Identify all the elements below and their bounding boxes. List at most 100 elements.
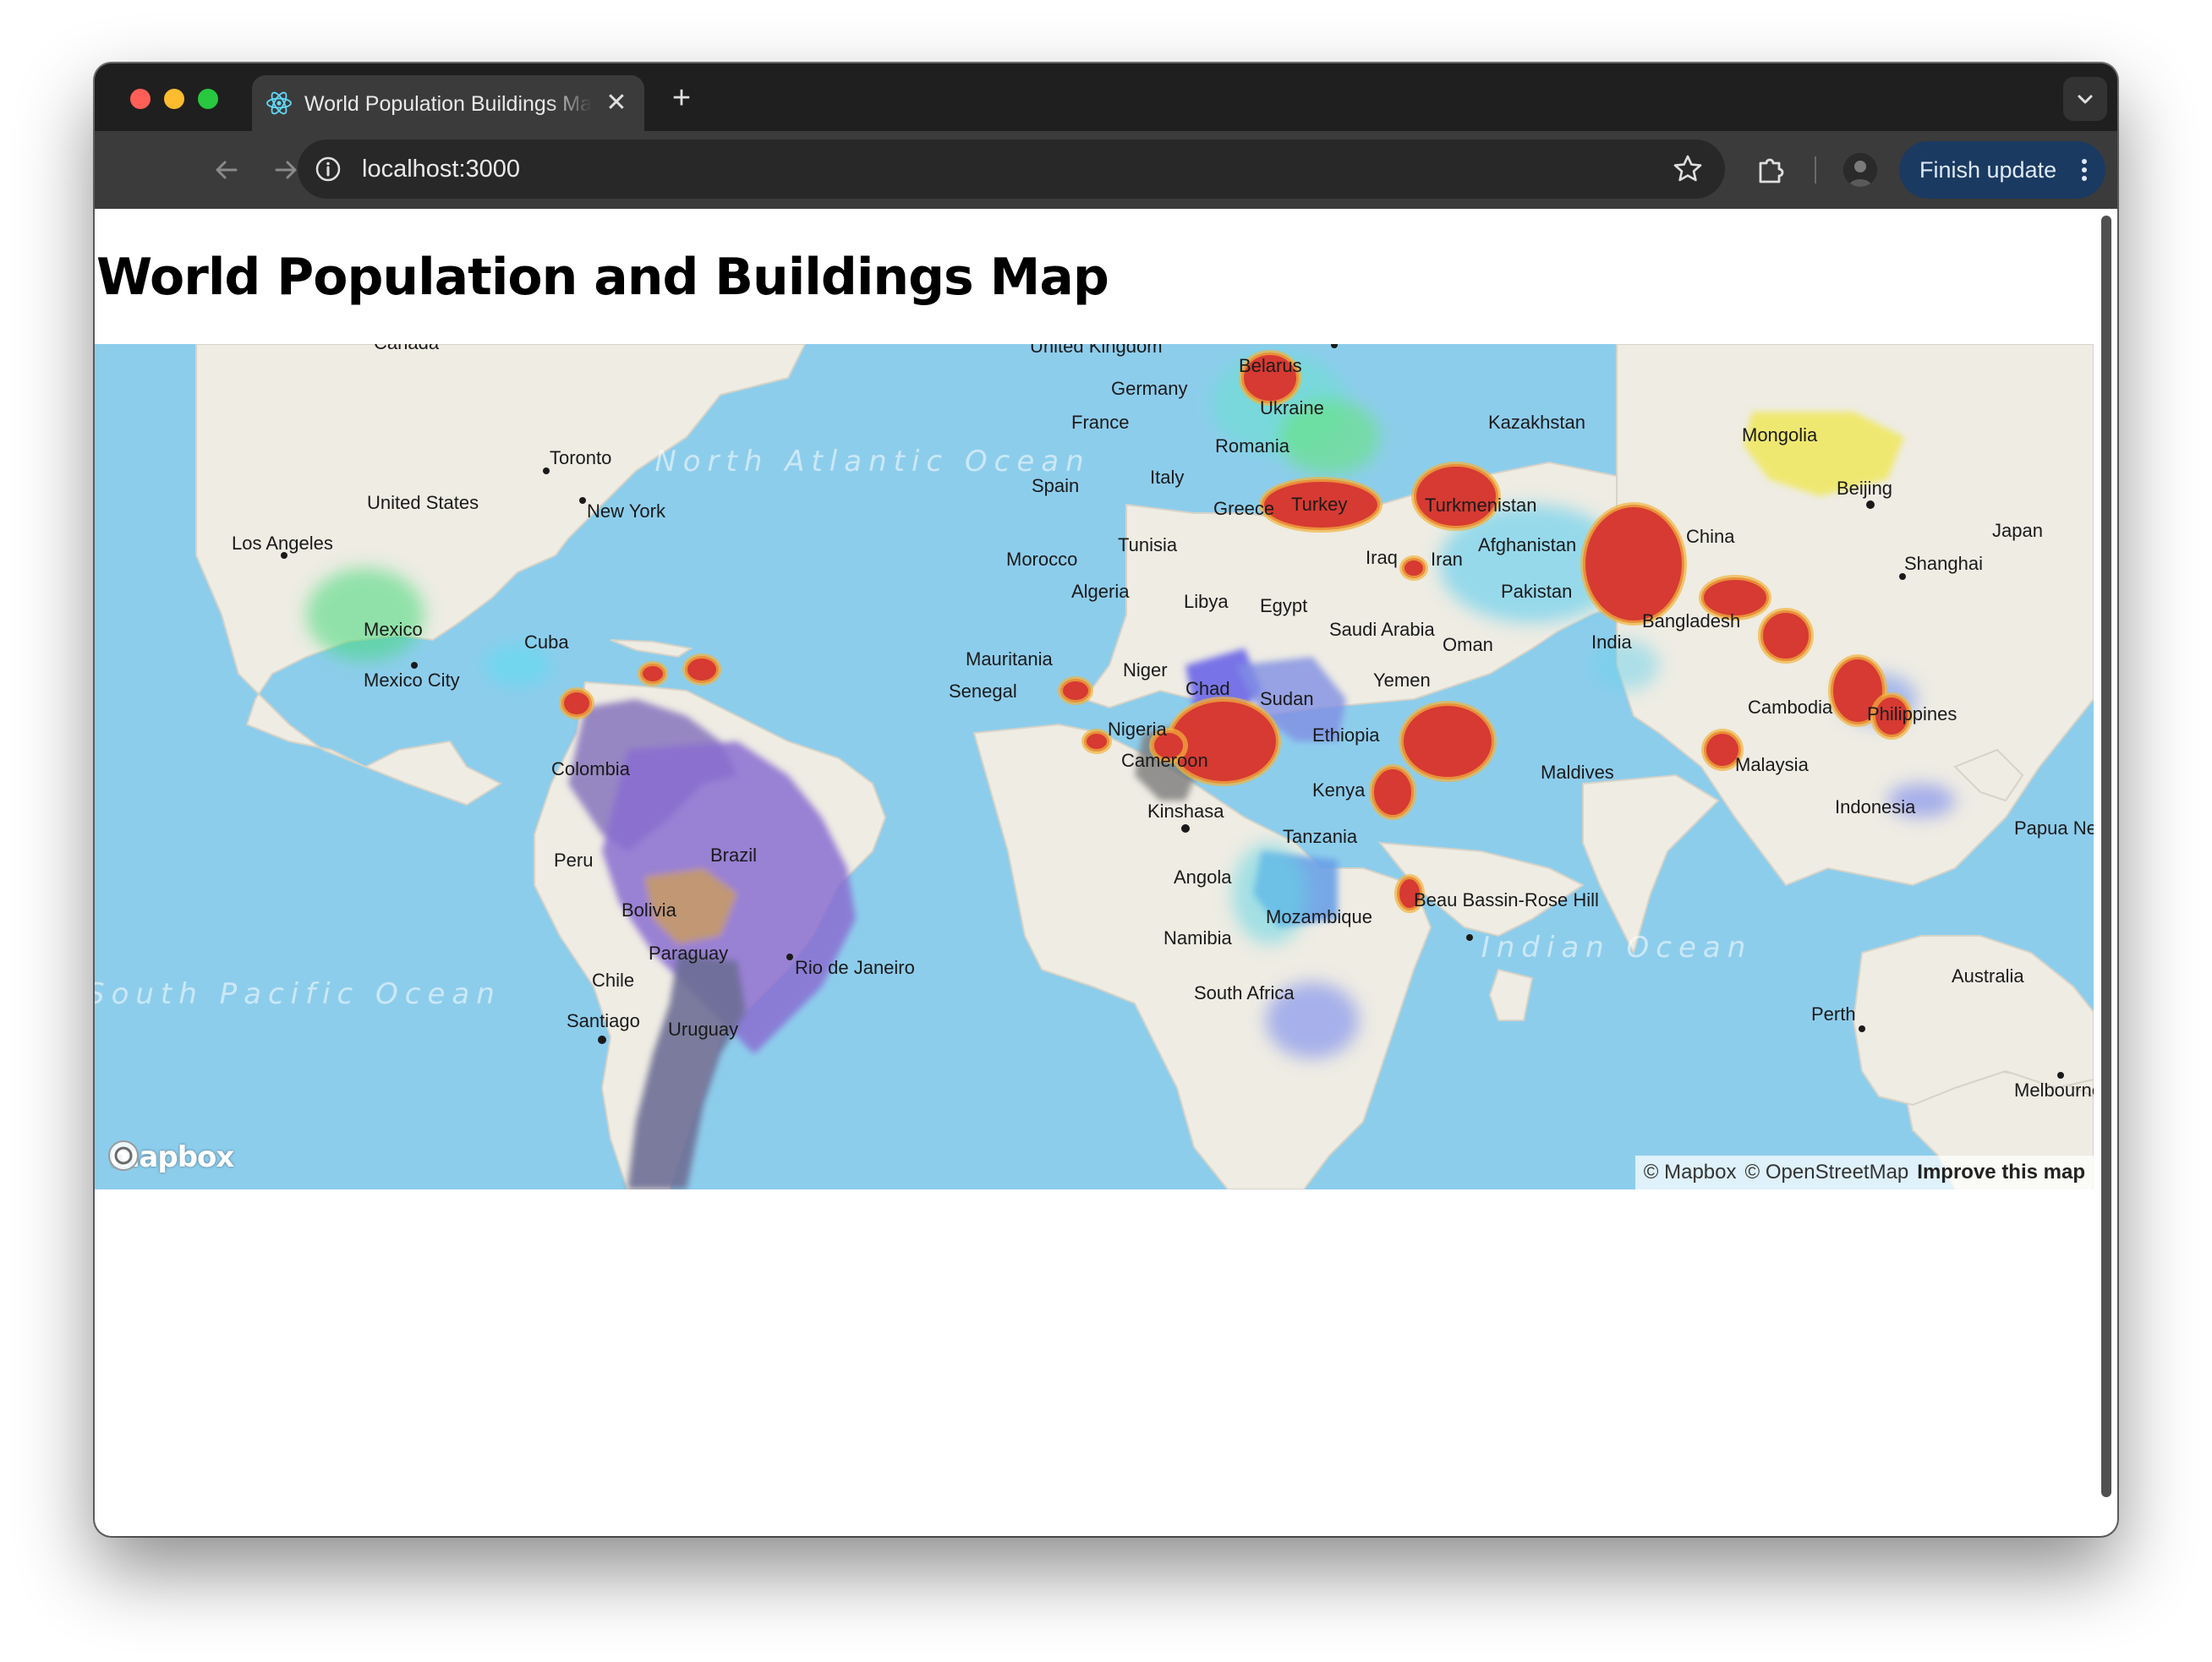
label-turkey: Turkey: [1291, 494, 1347, 515]
browser-window: World Population Buildings Map ✕ + local…: [95, 63, 2117, 1536]
label-cameroon: Cameroon: [1121, 750, 1208, 771]
page-scrollbar[interactable]: [2094, 209, 2117, 1536]
label-france: France: [1071, 412, 1129, 433]
new-tab-button[interactable]: +: [663, 80, 700, 118]
label-kinshasa: Kinshasa: [1147, 801, 1224, 822]
label-chad: Chad: [1185, 678, 1230, 699]
label-papua-new-guinea: Papua New Guinea: [2014, 817, 2094, 839]
label-nigeria: Nigeria: [1108, 719, 1167, 740]
label-romania: Romania: [1215, 435, 1290, 457]
label-iran: Iran: [1431, 549, 1463, 570]
back-arrow-icon[interactable]: [208, 151, 245, 189]
tab-search-button[interactable]: [2063, 77, 2107, 121]
chevron-down-icon: [2078, 95, 2093, 104]
tab-close-icon[interactable]: ✕: [602, 89, 631, 118]
label-united-kingdom: United Kingdom: [1030, 344, 1163, 357]
label-melbourne: Melbourne: [2014, 1080, 2094, 1101]
label-iraq: Iraq: [1366, 547, 1398, 568]
label-belarus: Belarus: [1239, 355, 1302, 376]
label-ukraine: Ukraine: [1260, 397, 1324, 418]
site-info-icon[interactable]: [313, 154, 343, 184]
label-afghanistan: Afghanistan: [1478, 534, 1576, 555]
active-tab[interactable]: World Population Buildings Map ✕: [252, 75, 644, 131]
label-beijing: Beijing: [1837, 478, 1892, 499]
label-perth: Perth: [1811, 1003, 1856, 1025]
profile-photo-icon: [1843, 153, 1877, 187]
finish-update-button[interactable]: Finish update: [1899, 141, 2105, 199]
label-namibia: Namibia: [1163, 927, 1232, 949]
label-santiago: Santiago: [567, 1010, 640, 1031]
label-mexico-city: Mexico City: [364, 670, 460, 691]
react-icon: [266, 91, 292, 115]
url-text[interactable]: localhost:3000: [362, 155, 520, 183]
label-angola: Angola: [1174, 867, 1232, 888]
label-tanzania: Tanzania: [1283, 826, 1358, 847]
label-saudi-arabia: Saudi Arabia: [1329, 619, 1436, 640]
map-attribution: © Mapbox © OpenStreetMap Improve this ma…: [1634, 1156, 2094, 1189]
label-pakistan: Pakistan: [1501, 581, 1572, 602]
label-canada: Canada: [374, 344, 440, 353]
indian-ocean-label: Indian Ocean: [1481, 931, 1753, 965]
map-canvas[interactable]: North Atlantic Ocean Indian Ocean South …: [95, 344, 2094, 1189]
label-shanghai: Shanghai: [1904, 553, 1983, 574]
maximize-window-button[interactable]: [198, 89, 218, 109]
browser-toolbar: localhost:3000 Finish update: [95, 131, 2117, 209]
finish-update-label: Finish update: [1919, 157, 2057, 183]
label-mozambique: Mozambique: [1266, 906, 1372, 927]
label-rio-de-janeiro: Rio de Janeiro: [795, 957, 915, 978]
label-yemen: Yemen: [1373, 670, 1431, 691]
label-senegal: Senegal: [949, 681, 1017, 702]
label-mongolia: Mongolia: [1742, 424, 1818, 446]
label-bangladesh: Bangladesh: [1642, 610, 1740, 631]
label-bolivia: Bolivia: [621, 899, 677, 921]
scrollbar-thumb[interactable]: [2101, 216, 2111, 1497]
label-paraguay: Paraguay: [649, 943, 728, 964]
toolbar-divider: [1815, 156, 1816, 183]
mapbox-logo-icon: [108, 1140, 139, 1171]
profile-avatar[interactable]: [1843, 153, 1877, 187]
label-peru: Peru: [554, 850, 593, 871]
address-bar[interactable]: localhost:3000: [298, 139, 1725, 199]
world-map[interactable]: North Atlantic Ocean Indian Ocean South …: [95, 344, 2094, 1189]
label-algeria: Algeria: [1071, 581, 1130, 602]
improve-map-link[interactable]: Improve this map: [1917, 1156, 2085, 1189]
label-cuba: Cuba: [524, 631, 569, 653]
label-spain: Spain: [1032, 475, 1079, 496]
osm-attribution-link[interactable]: © OpenStreetMap: [1745, 1156, 1909, 1189]
label-greece: Greece: [1213, 498, 1274, 519]
bookmark-star-icon[interactable]: [1671, 152, 1705, 186]
label-morocco: Morocco: [1006, 549, 1077, 570]
label-oman: Oman: [1443, 634, 1493, 655]
label-italy: Italy: [1150, 467, 1184, 488]
label-cambodia: Cambodia: [1748, 697, 1833, 718]
page-content: World Population and Buildings Map North…: [95, 209, 2094, 1536]
label-south-africa: South Africa: [1194, 982, 1295, 1003]
close-window-button[interactable]: [130, 89, 151, 109]
extensions-puzzle-icon[interactable]: [1752, 151, 1789, 189]
tab-title: World Population Buildings Map: [304, 92, 592, 116]
label-ethiopia: Ethiopia: [1312, 724, 1380, 746]
label-brazil: Brazil: [710, 845, 757, 866]
label-kenya: Kenya: [1312, 779, 1366, 801]
label-beau-bassin: Beau Bassin-Rose Hill: [1414, 889, 1599, 910]
label-chile: Chile: [592, 970, 634, 991]
label-indonesia: Indonesia: [1835, 796, 1916, 817]
north-atlantic-ocean-label: North Atlantic Ocean: [654, 445, 1090, 478]
mapbox-logo[interactable]: mapbox: [107, 1139, 234, 1176]
mapbox-attribution-link[interactable]: © Mapbox: [1644, 1156, 1737, 1189]
label-united-states: United States: [367, 492, 479, 513]
label-egypt: Egypt: [1260, 595, 1307, 616]
label-toronto: Toronto: [550, 447, 611, 468]
label-mexico: Mexico: [364, 619, 423, 640]
label-japan: Japan: [1992, 520, 2043, 541]
label-uruguay: Uruguay: [668, 1019, 738, 1040]
label-australia: Australia: [1952, 965, 2024, 987]
label-philippines: Philippines: [1867, 703, 1957, 724]
label-mauritania: Mauritania: [966, 648, 1053, 670]
minimize-window-button[interactable]: [164, 89, 184, 109]
tab-bar: World Population Buildings Map ✕ +: [95, 63, 2117, 131]
label-libya: Libya: [1184, 591, 1229, 612]
label-germany: Germany: [1111, 378, 1187, 399]
label-india: India: [1591, 631, 1632, 653]
label-turkmenistan: Turkmenistan: [1425, 495, 1536, 516]
